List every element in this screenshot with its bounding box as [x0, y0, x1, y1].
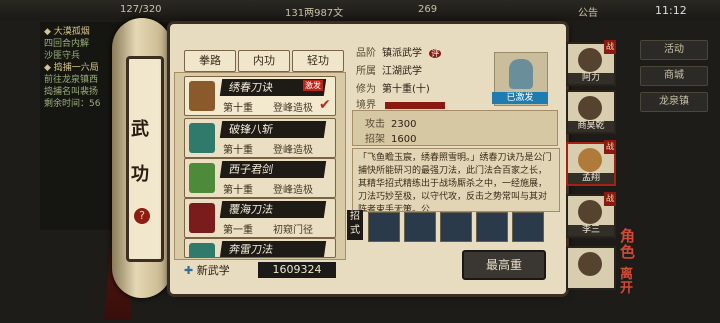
new-skill-button[interactable]: ✚ 新武学	[184, 262, 230, 278]
character-slot[interactable]	[566, 246, 616, 290]
title-char-bottom: 功	[131, 164, 149, 185]
skill-name: 覆海刀法	[219, 201, 327, 218]
figure-icon	[509, 59, 533, 89]
moves-label: 招式	[347, 210, 363, 240]
battle-tag: 战	[604, 40, 616, 54]
attack-row: 攻击 2300	[365, 115, 416, 130]
book-icon	[189, 163, 215, 193]
skill-item[interactable]: 西子君剑 第十重 登峰造极	[184, 158, 336, 198]
activated-status: 已激发	[492, 92, 548, 104]
grade-value: 镇派武学	[382, 48, 422, 59]
menu-town[interactable]: 龙泉镇	[640, 92, 708, 112]
avatar	[578, 48, 602, 72]
scroll-banner	[126, 56, 164, 262]
skill-name: 西子君剑	[219, 161, 327, 178]
move-icon[interactable]	[512, 212, 544, 242]
notice-button[interactable]: 公告	[578, 4, 598, 19]
character-name: 孟翔	[568, 173, 614, 184]
skill-rank: 登峰造极	[273, 103, 313, 114]
book-icon	[189, 81, 215, 111]
skill-item[interactable]: 奔雷刀法	[184, 238, 336, 258]
skill-level: 第一重	[223, 225, 253, 236]
stamina-readout: 127/320	[120, 4, 162, 15]
skill-item[interactable]: 覆海刀法 第一重 初窥门径	[184, 198, 336, 238]
faction-label: 所属	[356, 66, 376, 77]
faction-row: 所属 江湖武学	[356, 62, 422, 77]
move-icon[interactable]	[440, 212, 472, 242]
leave-button[interactable]: 离开	[620, 268, 640, 296]
move-icon[interactable]	[476, 212, 508, 242]
skill-rank: 初窥门径	[273, 225, 313, 236]
skill-level: 第十重	[223, 145, 253, 156]
side-menu: 活动 商城 龙泉镇	[640, 40, 712, 118]
character-name: 阿力	[568, 73, 614, 84]
menu-activity[interactable]: 活动	[640, 40, 708, 60]
book-plus-icon: ✚	[184, 264, 194, 277]
stat-box: 攻击 2300 招架 1600	[352, 110, 558, 146]
max-level-button[interactable]: 最高重	[462, 250, 546, 280]
cultivation-value: 第十重(十)	[382, 84, 430, 95]
skill-rank: 登峰造极	[273, 185, 313, 196]
checkmark-icon: ✔	[319, 97, 331, 113]
skill-item[interactable]: 破锋八斩 第十重 登峰造极	[184, 118, 336, 158]
faction-value: 江湖武学	[382, 66, 422, 77]
tab-light[interactable]: 轻功	[292, 50, 344, 72]
title-char-top: 武	[131, 119, 149, 140]
parry-label: 招架	[365, 134, 385, 145]
character-name: 商昊乾	[568, 121, 614, 132]
money-readout: 131两987文	[285, 8, 344, 19]
avatar	[578, 200, 602, 224]
grade-label: 品阶	[356, 48, 376, 59]
battle-tag: 战	[604, 192, 616, 206]
realm-row: 境界	[356, 96, 446, 111]
move-icon[interactable]	[404, 212, 436, 242]
skill-points: 1609324	[258, 262, 336, 278]
avatar	[578, 148, 602, 172]
top-status-bar: 127/320 131两987文 269 公告 11:12	[0, 0, 720, 20]
skill-level: 第十重	[223, 103, 253, 114]
role-label[interactable]: 角色	[620, 228, 640, 260]
attack-value: 2300	[391, 119, 417, 130]
book-icon	[189, 203, 215, 233]
book-icon	[189, 243, 215, 257]
new-skill-label: 新武学	[196, 264, 230, 277]
cultivation-row: 修为 第十重(十)	[356, 80, 430, 95]
clock: 11:12	[655, 4, 687, 17]
battle-tag: 战	[604, 140, 616, 154]
menu-shop[interactable]: 商城	[640, 66, 708, 86]
gold-readout: 269	[418, 4, 438, 15]
avatar	[578, 252, 602, 276]
skill-name: 破锋八斩	[219, 121, 327, 138]
help-icon[interactable]: ?	[134, 208, 150, 224]
tab-inner[interactable]: 内功	[238, 50, 290, 72]
avatar	[578, 96, 602, 120]
move-icon[interactable]	[368, 212, 400, 242]
grade-row: 品阶 镇派武学 评	[356, 44, 442, 59]
parry-value: 1600	[391, 134, 417, 145]
rank-badge-icon: 评	[429, 49, 442, 58]
tab-fist[interactable]: 拳路	[184, 50, 236, 72]
character-name: 李三	[568, 225, 614, 236]
skill-rank: 登峰造极	[273, 145, 313, 156]
activated-badge: 激发	[303, 80, 323, 91]
skill-level: 第十重	[223, 185, 253, 196]
book-icon	[189, 123, 215, 153]
skill-item[interactable]: 绣春刀诀 激发 第十重 登峰造极 ✔	[184, 76, 336, 116]
realm-bar	[385, 101, 446, 109]
skill-description: 「飞鱼瞻玉宸，绣春照雪明。」绣春刀诀乃是公门捕快所能研习的最强刀法，此门法合百家…	[352, 148, 560, 212]
parry-row: 招架 1600	[365, 130, 416, 145]
character-slot[interactable]: 商昊乾	[566, 90, 616, 134]
skill-name: 奔雷刀法	[219, 241, 327, 257]
cultivation-label: 修为	[356, 84, 376, 95]
attack-label: 攻击	[365, 119, 385, 130]
